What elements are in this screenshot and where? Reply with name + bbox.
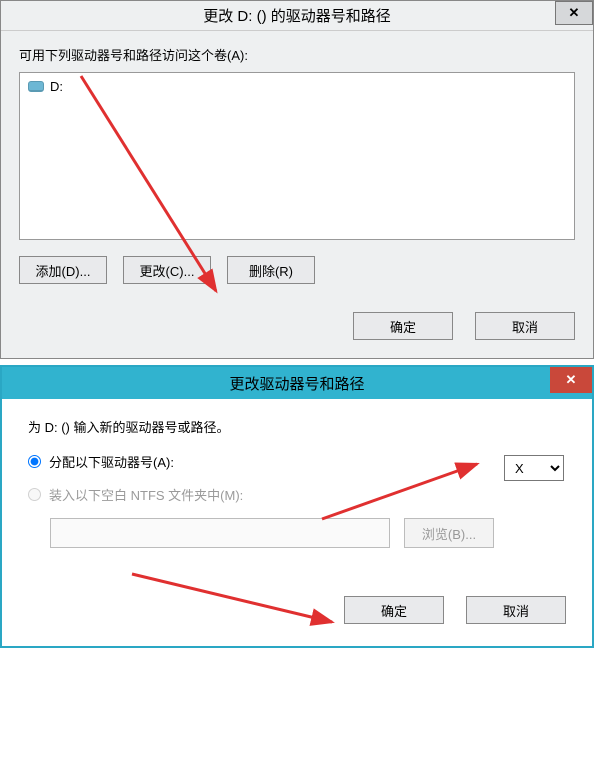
instruction-text: 可用下列驱动器号和路径访问这个卷(A):: [19, 45, 575, 64]
assign-letter-radio[interactable]: [28, 455, 41, 468]
add-button[interactable]: 添加(D)...: [19, 256, 107, 284]
dialog-body: 为 D: () 输入新的驱动器号或路径。 分配以下驱动器号(A): X 装入以下…: [2, 399, 592, 646]
drive-listbox[interactable]: D:: [19, 72, 575, 240]
drive-label: D:: [50, 79, 63, 94]
instruction-text: 为 D: () 输入新的驱动器号或路径。: [28, 417, 566, 436]
dialog-title: 更改 D: () 的驱动器号和路径: [203, 5, 391, 26]
close-icon: ✕: [566, 372, 577, 388]
close-button[interactable]: ✕: [555, 1, 593, 25]
dialog-title: 更改驱动器号和路径: [229, 373, 364, 394]
ok-button[interactable]: 确定: [344, 596, 444, 624]
dialog-titlebar: 更改驱动器号和路径 ✕: [2, 367, 592, 399]
assign-letter-label: 分配以下驱动器号(A):: [49, 452, 174, 471]
assign-letter-radio-row[interactable]: 分配以下驱动器号(A):: [28, 452, 566, 471]
remove-button[interactable]: 删除(R): [227, 256, 315, 284]
ok-button[interactable]: 确定: [353, 312, 453, 340]
drive-icon: [28, 81, 44, 92]
mount-folder-label: 装入以下空白 NTFS 文件夹中(M):: [49, 485, 243, 504]
cancel-button[interactable]: 取消: [475, 312, 575, 340]
dialog-titlebar: 更改 D: () 的驱动器号和路径 ✕: [1, 1, 593, 31]
dialog-body: 可用下列驱动器号和路径访问这个卷(A): D: 添加(D)... 更改(C)..…: [1, 31, 593, 358]
browse-button: 浏览(B)...: [404, 518, 494, 548]
change-button[interactable]: 更改(C)...: [123, 256, 211, 284]
ok-cancel-row: 确定 取消: [28, 596, 566, 624]
mount-path-row: 浏览(B)...: [28, 518, 566, 548]
close-button[interactable]: ✕: [550, 367, 592, 393]
close-icon: ✕: [569, 5, 580, 21]
cancel-button[interactable]: 取消: [466, 596, 566, 624]
mount-folder-radio-row[interactable]: 装入以下空白 NTFS 文件夹中(M):: [28, 485, 566, 504]
mount-folder-radio[interactable]: [28, 488, 41, 501]
change-drive-letter-dialog: 更改 D: () 的驱动器号和路径 ✕ 可用下列驱动器号和路径访问这个卷(A):…: [0, 0, 594, 359]
list-item[interactable]: D:: [28, 79, 566, 94]
action-button-row: 添加(D)... 更改(C)... 删除(R): [19, 256, 575, 284]
drive-letter-select[interactable]: X: [504, 455, 564, 481]
mount-path-input: [50, 518, 390, 548]
assign-drive-letter-dialog: 更改驱动器号和路径 ✕ 为 D: () 输入新的驱动器号或路径。 分配以下驱动器…: [0, 365, 594, 648]
ok-cancel-row: 确定 取消: [19, 312, 575, 340]
